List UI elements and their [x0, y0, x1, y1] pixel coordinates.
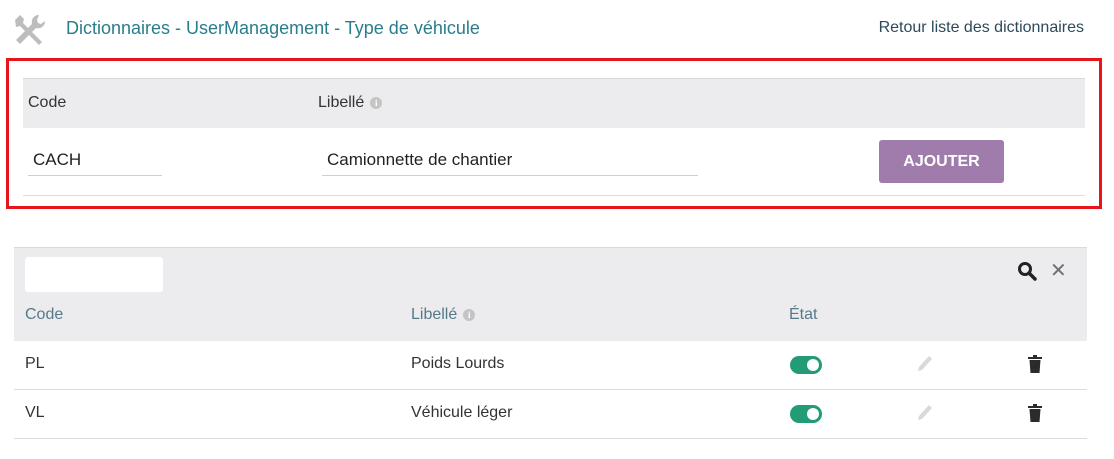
- trash-icon[interactable]: [1028, 404, 1042, 422]
- table-row: PL Poids Lourds: [14, 341, 1087, 390]
- trash-icon[interactable]: [1028, 355, 1042, 373]
- table-row: VL Véhicule léger: [14, 390, 1087, 439]
- pencil-icon[interactable]: [916, 354, 934, 374]
- etat-toggle[interactable]: [790, 405, 822, 423]
- code-column-header: Code: [25, 306, 64, 323]
- code-cell: PL: [25, 355, 45, 372]
- libelle-column-header: Libellé i: [411, 306, 476, 324]
- etat-column-header: État: [789, 306, 818, 323]
- libelle-input[interactable]: [322, 145, 698, 176]
- add-button[interactable]: AJOUTER: [879, 140, 1004, 183]
- code-cell: VL: [25, 404, 45, 421]
- libelle-cell: Poids Lourds: [411, 355, 505, 372]
- add-form-row: AJOUTER: [23, 127, 1085, 196]
- info-icon[interactable]: i: [370, 97, 383, 109]
- code-column-header: Code: [28, 94, 67, 111]
- pencil-icon[interactable]: [916, 403, 934, 423]
- table-header: ✕ Code Libellé i État: [14, 247, 1087, 341]
- search-icon[interactable]: [1017, 261, 1037, 281]
- libelle-column-header: Libellé i: [318, 94, 383, 112]
- info-icon[interactable]: i: [463, 309, 476, 321]
- close-icon[interactable]: ✕: [1050, 261, 1067, 281]
- add-entry-panel: Code Libelléi AJOUTER: [6, 58, 1102, 209]
- entries-table: ✕ Code Libellé i État PL Poids Lourds VL …: [14, 247, 1087, 439]
- tools-icon: [15, 14, 46, 45]
- etat-toggle[interactable]: [790, 356, 822, 374]
- page-header: Dictionnaires - UserManagement - Type de…: [0, 0, 1114, 60]
- code-input[interactable]: [28, 145, 162, 176]
- libelle-cell: Véhicule léger: [411, 404, 513, 421]
- add-form-header: Code Libellé i: [23, 78, 1085, 128]
- back-to-dictionaries-link[interactable]: Retour liste des dictionnaires: [879, 19, 1084, 37]
- page-title: Dictionnaires - UserManagement - Type de…: [66, 18, 480, 38]
- filter-input[interactable]: [25, 257, 163, 292]
